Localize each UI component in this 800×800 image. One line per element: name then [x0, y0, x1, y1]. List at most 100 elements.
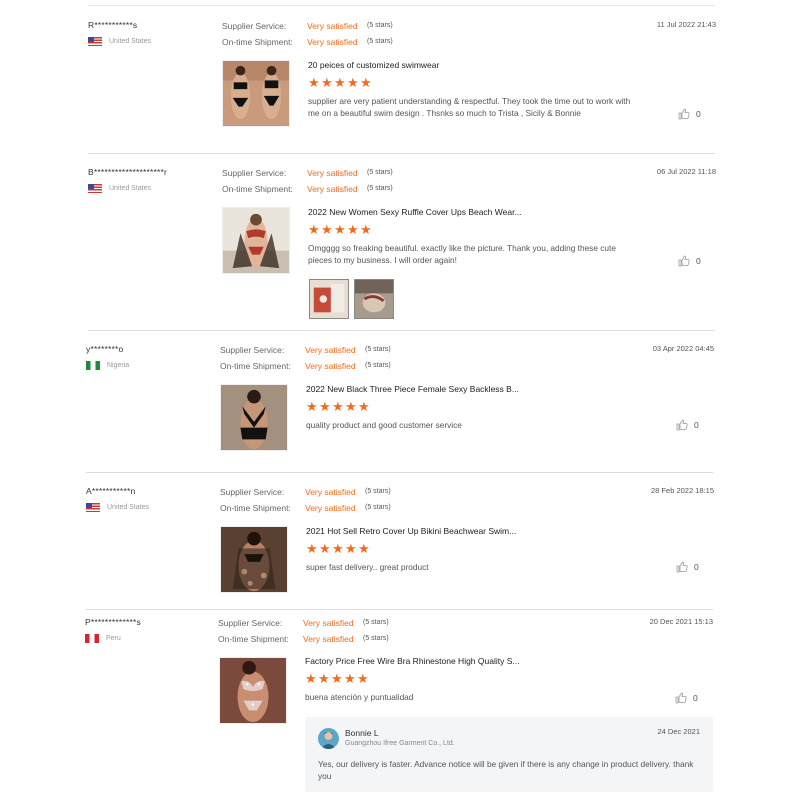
- review-date: 28 Feb 2022 18:15: [651, 486, 714, 495]
- buyer-name: y********o: [86, 344, 124, 354]
- supplier-service-stars: (5 stars): [367, 22, 393, 29]
- like-count: 0: [696, 109, 701, 119]
- country-name: Peru: [106, 635, 121, 642]
- nigeria-flag-icon: [86, 361, 100, 370]
- reply-author-name: Bonnie L: [345, 728, 379, 738]
- supplier-service-value: Very satisfied: [303, 618, 354, 628]
- like-button[interactable]: 0: [678, 108, 701, 120]
- ontime-shipment-label: On-time Shipment:: [220, 361, 291, 371]
- star-icon: ★: [344, 671, 356, 686]
- thumbs-up-icon: [676, 419, 688, 431]
- star-icon: ★: [319, 541, 331, 556]
- product-thumbnail[interactable]: [220, 384, 288, 451]
- star-icon: ★: [308, 222, 320, 237]
- product-thumbnail[interactable]: [222, 207, 290, 274]
- star-icon: ★: [332, 541, 344, 556]
- star-icon: ★: [347, 222, 359, 237]
- product-rating-stars: ★ ★ ★ ★ ★: [306, 399, 370, 414]
- product-title[interactable]: Factory Price Free Wire Bra Rhinestone H…: [305, 656, 519, 666]
- supplier-service-stars: (5 stars): [367, 169, 393, 176]
- star-icon: ★: [345, 541, 357, 556]
- buyer-name: P*************s: [85, 617, 141, 627]
- ontime-shipment-stars: (5 stars): [367, 38, 393, 45]
- ontime-shipment-value: Very satisfied: [307, 37, 358, 47]
- reply-text: Yes, our delivery is faster. Advance not…: [318, 759, 694, 781]
- supplier-service-value: Very satisfied: [307, 21, 358, 31]
- buyer-country: United States: [86, 503, 149, 512]
- product-title[interactable]: 2021 Hot Sell Retro Cover Up Bikini Beac…: [306, 526, 516, 536]
- supplier-service-label: Supplier Service:: [222, 21, 287, 31]
- supplier-service-value: Very satisfied: [305, 345, 356, 355]
- ontime-shipment-label: On-time Shipment:: [220, 503, 291, 513]
- review-date: 03 Apr 2022 04:45: [652, 344, 714, 353]
- ontime-shipment-value: Very satisfied: [305, 503, 356, 513]
- thumbs-up-icon: [675, 692, 687, 704]
- star-icon: ★: [334, 75, 346, 90]
- buyer-country: Peru: [85, 634, 121, 643]
- supplier-service-label: Supplier Service:: [220, 487, 285, 497]
- ontime-shipment-label: On-time Shipment:: [222, 184, 293, 194]
- star-icon: ★: [358, 399, 370, 414]
- buyer-name: R***********s: [88, 20, 138, 30]
- like-count: 0: [694, 420, 699, 430]
- supplier-service-stars: (5 stars): [363, 619, 389, 626]
- review-divider: [86, 472, 713, 473]
- ontime-shipment-value: Very satisfied: [305, 361, 356, 371]
- buyer-name: A***********n: [86, 486, 136, 496]
- thumbs-up-icon: [678, 108, 690, 120]
- supplier-service-value: Very satisfied: [307, 168, 358, 178]
- star-icon: ★: [306, 399, 318, 414]
- country-name: United States: [109, 38, 152, 45]
- country-name: United States: [109, 185, 152, 192]
- ontime-shipment-stars: (5 stars): [365, 504, 391, 511]
- review-date: 20 Dec 2021 15:13: [649, 617, 713, 626]
- review-photo[interactable]: [309, 279, 349, 319]
- review-comment: supplier are very patient understanding …: [308, 96, 631, 118]
- buyer-country: Nigeria: [86, 361, 129, 370]
- supplier-service-stars: (5 stars): [365, 488, 391, 495]
- product-thumbnail[interactable]: [219, 657, 287, 724]
- reply-company-name: Guangzhou Ifree Garment Co., Ltd.: [345, 740, 455, 747]
- buyer-name: B********************r: [88, 167, 168, 177]
- reply-date: 24 Dec 2021: [657, 727, 700, 736]
- ontime-shipment-value: Very satisfied: [303, 634, 354, 644]
- like-button[interactable]: 0: [676, 419, 699, 431]
- like-count: 0: [693, 693, 698, 703]
- country-name: Nigeria: [107, 362, 130, 369]
- us-flag-icon: [88, 37, 102, 46]
- avatar: [318, 728, 339, 749]
- product-title[interactable]: 20 peices of customized swimwear: [308, 60, 439, 70]
- star-icon: ★: [331, 671, 343, 686]
- ontime-shipment-stars: (5 stars): [365, 362, 391, 369]
- star-icon: ★: [321, 75, 333, 90]
- ontime-shipment-stars: (5 stars): [367, 185, 393, 192]
- star-icon: ★: [321, 222, 333, 237]
- review-divider: [88, 153, 715, 154]
- ontime-shipment-stars: (5 stars): [363, 635, 389, 642]
- review-photo[interactable]: [354, 279, 394, 319]
- star-icon: ★: [319, 399, 331, 414]
- product-title[interactable]: 2022 New Women Sexy Ruffle Cover Ups Bea…: [308, 207, 522, 217]
- us-flag-icon: [86, 503, 100, 512]
- supplier-service-label: Supplier Service:: [220, 345, 285, 355]
- product-thumbnail[interactable]: [222, 60, 290, 127]
- like-button[interactable]: 0: [676, 561, 699, 573]
- top-divider: [88, 5, 715, 6]
- product-rating-stars: ★ ★ ★ ★ ★: [308, 222, 372, 237]
- star-icon: ★: [357, 671, 369, 686]
- star-icon: ★: [345, 399, 357, 414]
- like-button[interactable]: 0: [675, 692, 698, 704]
- product-thumbnail[interactable]: [220, 526, 288, 593]
- thumbs-up-icon: [678, 255, 690, 267]
- review-divider: [86, 609, 713, 610]
- supplier-service-label: Supplier Service:: [222, 168, 287, 178]
- us-flag-icon: [88, 184, 102, 193]
- product-title[interactable]: 2022 New Black Three Piece Female Sexy B…: [306, 384, 519, 394]
- thumbs-up-icon: [676, 561, 688, 573]
- peru-flag-icon: [85, 634, 99, 643]
- review-date: 11 Jul 2022 21:43: [656, 20, 716, 29]
- like-button[interactable]: 0: [678, 255, 701, 267]
- like-count: 0: [694, 562, 699, 572]
- star-icon: ★: [360, 222, 372, 237]
- star-icon: ★: [308, 75, 320, 90]
